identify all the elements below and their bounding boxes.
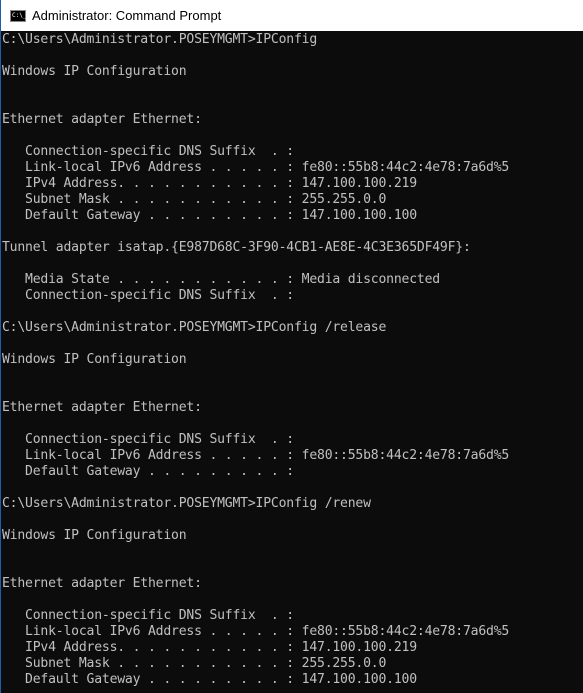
console-line: Link-local IPv6 Address . . . . . : fe80… xyxy=(2,160,510,175)
console-line: Windows IP Configuration xyxy=(2,352,187,367)
console-line: IPv4 Address. . . . . . . . . . . : 147.… xyxy=(2,176,417,191)
console-line: C:\Users\Administrator.POSEYMGMT>IPConfi… xyxy=(2,320,387,335)
console-line: Default Gateway . . . . . . . . . : xyxy=(2,464,294,479)
console-line: Connection-specific DNS Suffix . : xyxy=(2,432,294,447)
console-line: Subnet Mask . . . . . . . . . . . : 255.… xyxy=(2,656,387,671)
cmd-icon xyxy=(10,9,26,22)
console-line: Default Gateway . . . . . . . . . : 147.… xyxy=(2,208,417,223)
console-line: Ethernet adapter Ethernet: xyxy=(2,576,202,591)
console-line: Connection-specific DNS Suffix . : xyxy=(2,608,294,623)
console-line: Connection-specific DNS Suffix . : xyxy=(2,288,294,303)
console-line: Subnet Mask . . . . . . . . . . . : 255.… xyxy=(2,192,387,207)
console-line: Windows IP Configuration xyxy=(2,528,187,543)
console-line: Tunnel adapter isatap.{E987D68C-3F90-4CB… xyxy=(2,240,471,255)
title-bar[interactable]: Administrator: Command Prompt xyxy=(0,0,583,31)
console-line: C:\Users\Administrator.POSEYMGMT>IPConfi… xyxy=(2,496,371,511)
console-line: Media State . . . . . . . . . . . : Medi… xyxy=(2,272,440,287)
console-line: IPv4 Address. . . . . . . . . . . : 147.… xyxy=(2,640,417,655)
console-line: Windows IP Configuration xyxy=(2,64,187,79)
window-title: Administrator: Command Prompt xyxy=(32,8,222,23)
console-line: Link-local IPv6 Address . . . . . : fe80… xyxy=(2,624,510,639)
console-line: Link-local IPv6 Address . . . . . : fe80… xyxy=(2,448,510,463)
console-line: Ethernet adapter Ethernet: xyxy=(2,112,202,127)
console-line: Connection-specific DNS Suffix . : xyxy=(2,144,294,159)
console-line: C:\Users\Administrator.POSEYMGMT>IPConfi… xyxy=(2,32,318,47)
console-line: Ethernet adapter Ethernet: xyxy=(2,400,202,415)
console-line: Default Gateway . . . . . . . . . : 147.… xyxy=(2,672,417,687)
console-output[interactable]: C:\Users\Administrator.POSEYMGMT>IPConfi… xyxy=(0,31,583,693)
